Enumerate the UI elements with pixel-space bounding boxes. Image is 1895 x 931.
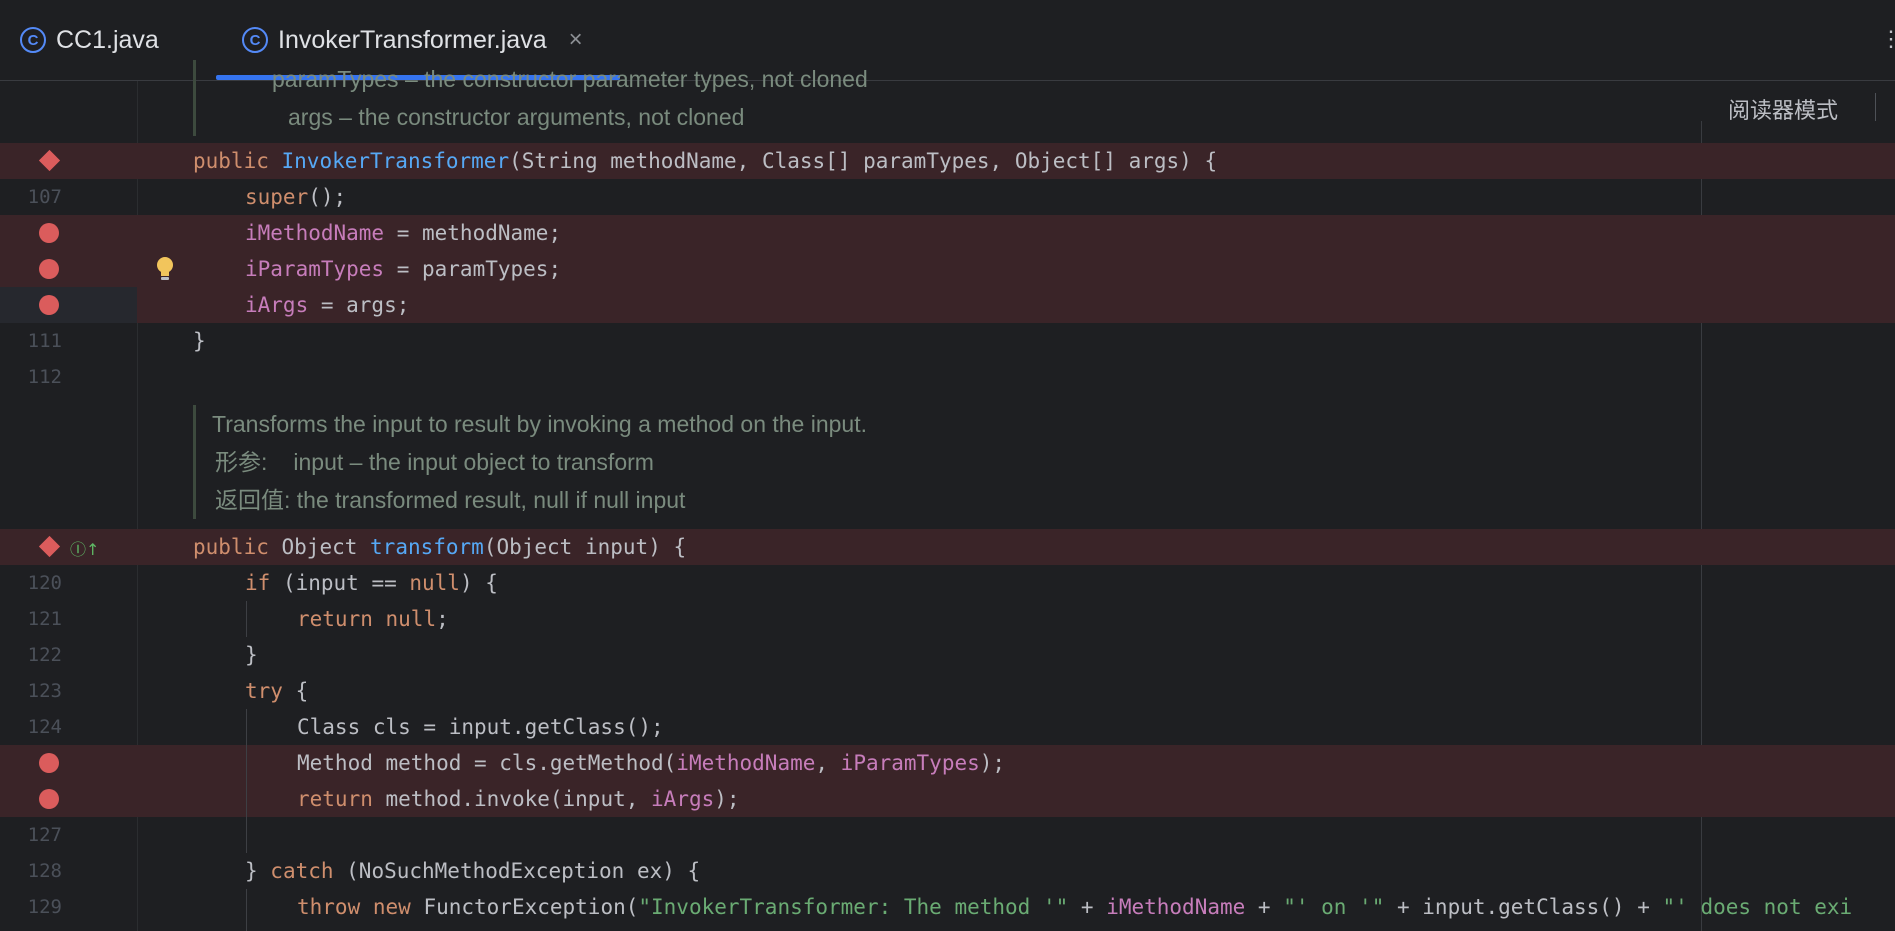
code-line: 129 throw new FunctorException("InvokerT… (0, 889, 1895, 931)
indent-guide (246, 601, 247, 637)
code-line: 128 } catch (NoSuchMethodException ex) { (0, 853, 1895, 889)
indent-guide (246, 781, 247, 817)
tab-label: InvokerTransformer.java (278, 25, 547, 54)
line-number: 127 (27, 824, 62, 846)
code-line: public InvokerTransformer(String methodN… (0, 143, 1895, 179)
code-text: public Object transform(Object input) { (193, 535, 687, 559)
line-number: 120 (27, 572, 62, 594)
doc-param-args: args – the constructor arguments, not cl… (288, 104, 745, 130)
code-text: public InvokerTransformer(String methodN… (193, 149, 1218, 173)
code-text: iParamTypes = paramTypes; (245, 257, 562, 281)
code-text: Class cls = input.getClass(); (297, 715, 664, 739)
method-breakpoint-icon[interactable] (38, 149, 61, 172)
code-line: 107 super(); (0, 179, 1895, 215)
toolbar-divider (1875, 93, 1876, 121)
close-icon[interactable]: × (569, 26, 583, 54)
code-text: return null; (297, 607, 449, 631)
line-number: 111 (27, 330, 62, 352)
code-line: 111 } (0, 323, 1895, 359)
code-text: iArgs = args; (245, 293, 410, 317)
breakpoint-icon[interactable] (39, 295, 59, 315)
code-text: } (245, 643, 258, 667)
code-line: iMethodName = methodName; (0, 215, 1895, 251)
class-icon: C (242, 27, 268, 53)
code-line: 122 } (0, 637, 1895, 673)
indent-guide (246, 745, 247, 781)
code-line: return method.invoke(input, iArgs); (0, 781, 1895, 817)
line-number: 107 (27, 186, 62, 208)
line-number: 129 (27, 896, 62, 918)
line-number: 122 (27, 644, 62, 666)
breakpoint-icon[interactable] (39, 789, 59, 809)
method-breakpoint-icon[interactable] (38, 535, 61, 558)
tab-cc1-java[interactable]: C CC1.java (20, 0, 159, 80)
class-icon: C (20, 27, 46, 53)
code-line: 121 return null; (0, 601, 1895, 637)
breakpoint-icon[interactable] (39, 223, 59, 243)
code-line: 120 if (input == null) { (0, 565, 1895, 601)
lightbulb-icon[interactable] (155, 256, 175, 282)
doc-comment-constructor: paramTypes – the constructor parameter t… (193, 60, 868, 136)
doc-comment-transform: Transforms the input to result by invoki… (193, 405, 867, 519)
code-text: if (input == null) { (245, 571, 498, 595)
indent-guide (246, 817, 247, 853)
line-number: 121 (27, 608, 62, 630)
implements-method-icon[interactable]: Ⓘ↑ (70, 536, 99, 560)
code-text: super(); (245, 185, 347, 209)
line-number: 124 (27, 716, 62, 738)
code-line: Method method = cls.getMethod(iMethodNam… (0, 745, 1895, 781)
line-number: 112 (27, 366, 62, 388)
breakpoint-icon[interactable] (39, 753, 59, 773)
code-line: 112 (0, 359, 1895, 395)
code-line: iParamTypes = paramTypes; (0, 251, 1895, 287)
code-text: iMethodName = methodName; (245, 221, 562, 245)
code-text: Method method = cls.getMethod(iMethodNam… (297, 751, 1006, 775)
doc-param: 形参: input – the input object to transform (215, 449, 654, 475)
code-text: } (193, 329, 206, 353)
reader-mode-button[interactable]: 阅读器模式 (1728, 93, 1838, 125)
code-line: 123 try { (0, 673, 1895, 709)
code-line: Ⓘ↑ public Object transform(Object input)… (0, 529, 1895, 565)
indent-guide (246, 889, 247, 931)
more-icon[interactable]: ⋮ (1880, 26, 1895, 56)
code-line: 127 (0, 817, 1895, 853)
code-editor[interactable]: 阅读器模式 paramTypes – the constructor param… (0, 60, 1895, 931)
code-text: return method.invoke(input, iArgs); (297, 787, 740, 811)
line-number: 123 (27, 680, 62, 702)
doc-summary: Transforms the input to result by invoki… (212, 411, 868, 437)
code-text: } catch (NoSuchMethodException ex) { (245, 859, 701, 883)
tab-label: CC1.java (56, 25, 159, 54)
code-text: try { (245, 679, 309, 703)
code-text: throw new FunctorException("InvokerTrans… (297, 895, 1853, 919)
doc-param-paramtypes: paramTypes – the constructor parameter t… (272, 66, 868, 92)
breakpoint-icon[interactable] (39, 259, 59, 279)
indent-guide (246, 709, 247, 745)
line-number: 128 (27, 860, 62, 882)
doc-return: 返回值: the transformed result, null if nul… (215, 487, 686, 513)
code-line: iArgs = args; (0, 287, 1895, 323)
code-line: 124 Class cls = input.getClass(); (0, 709, 1895, 745)
